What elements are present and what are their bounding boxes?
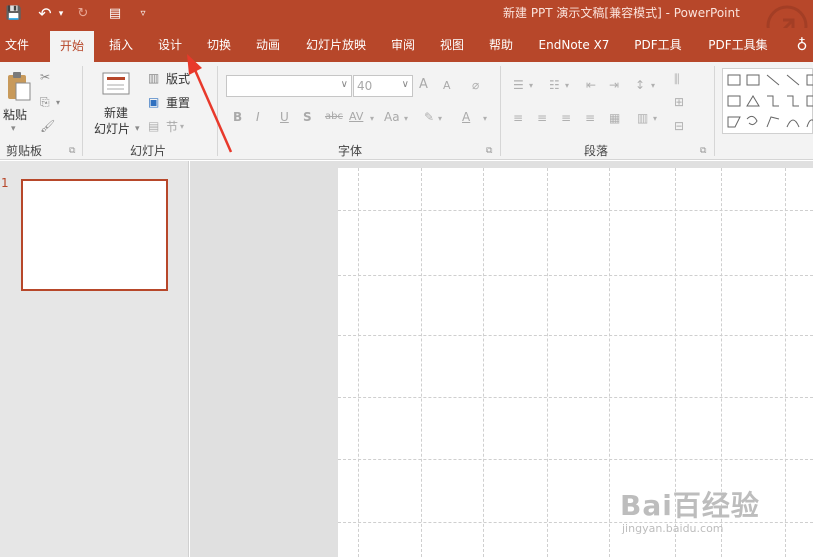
watermark: Bai百经验 jingyan.baidu.com <box>620 480 810 550</box>
annotation-arrow-icon <box>187 54 233 153</box>
watermark-logo: Bai百经验 <box>620 489 760 522</box>
watermark-url: jingyan.baidu.com <box>622 522 724 535</box>
